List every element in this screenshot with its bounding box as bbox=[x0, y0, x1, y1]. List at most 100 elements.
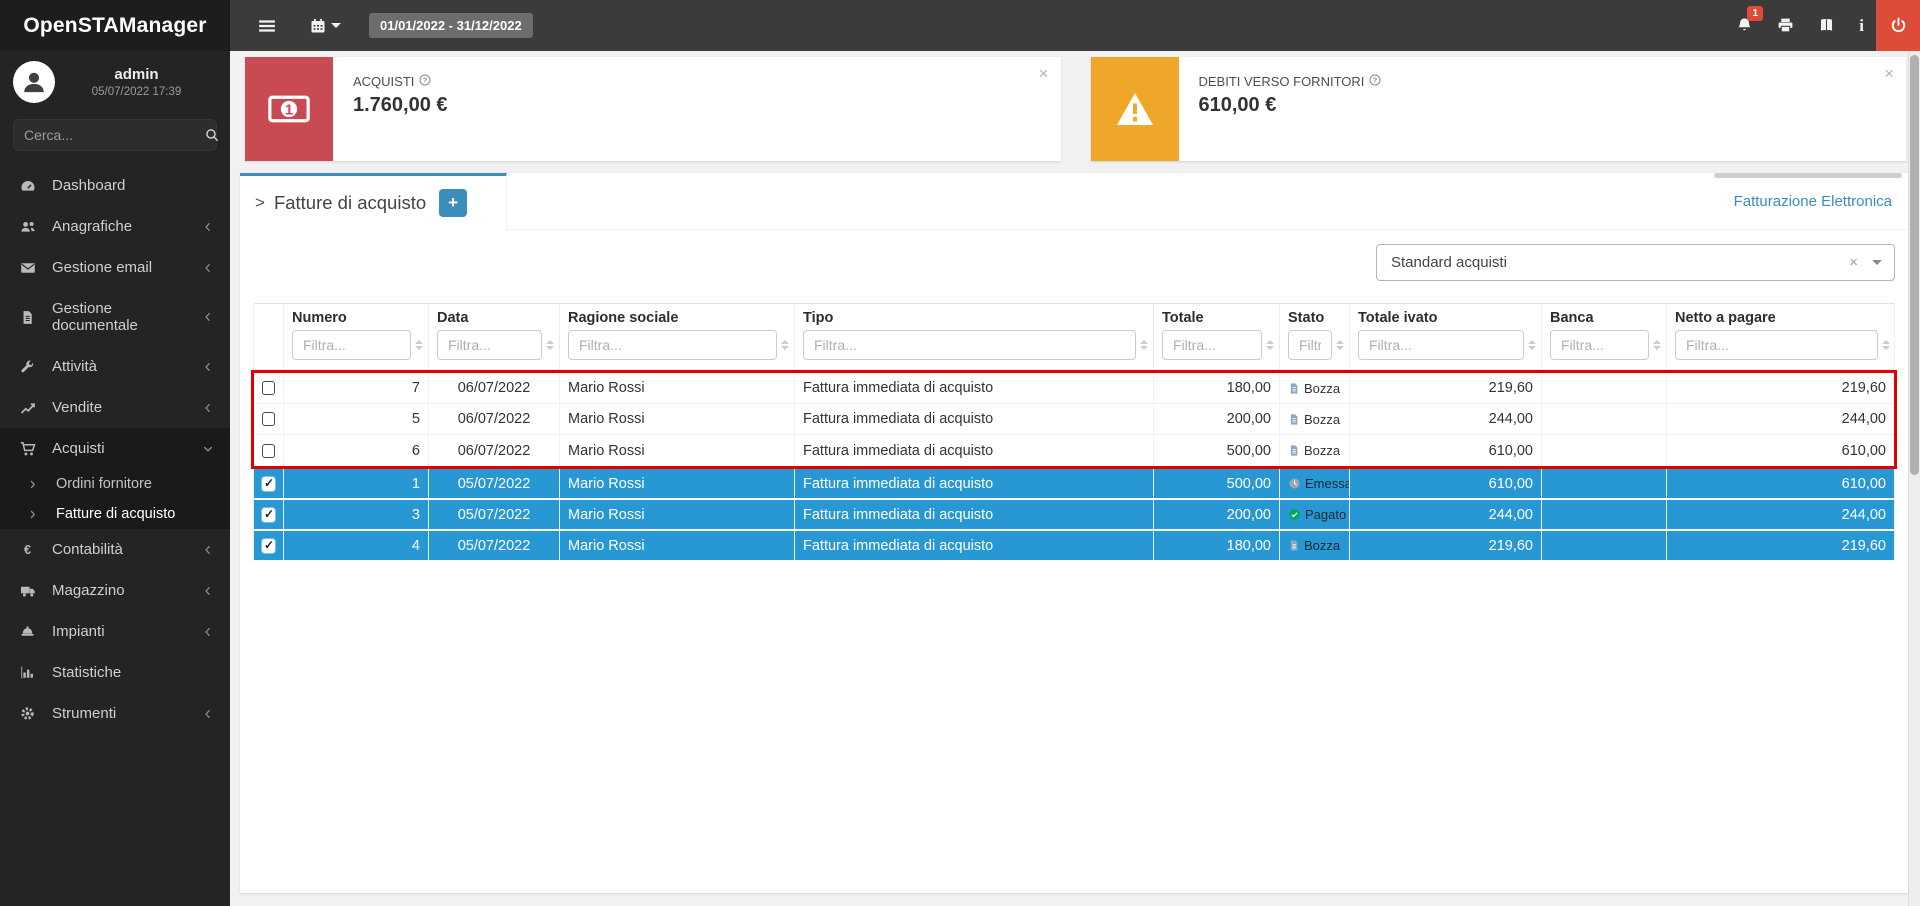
column-header-company[interactable]: Ragione sociale bbox=[560, 304, 795, 327]
fatturazione-elettronica-link[interactable]: Fatturazione Elettronica bbox=[1734, 193, 1908, 210]
status-badge: Pagato bbox=[1288, 507, 1346, 522]
cell-check bbox=[254, 500, 284, 529]
sort-arrows-icon[interactable] bbox=[415, 340, 424, 350]
cell-net: 610,00 bbox=[1667, 435, 1894, 466]
book-icon[interactable] bbox=[1806, 0, 1847, 51]
cell-date: 05/07/2022 bbox=[429, 531, 560, 560]
row-checkbox[interactable] bbox=[262, 412, 275, 426]
search-input[interactable] bbox=[24, 127, 205, 143]
sort-arrows-icon[interactable] bbox=[546, 340, 555, 350]
column-header-taxed[interactable]: Totale ivato bbox=[1350, 304, 1542, 327]
filter-input-total[interactable] bbox=[1162, 330, 1262, 360]
info-icon[interactable]: i bbox=[1847, 0, 1876, 51]
topbar: 01/01/2022 - 31/12/2022 1 i bbox=[230, 0, 1920, 51]
filter-cell-total bbox=[1154, 327, 1280, 370]
column-header-total[interactable]: Totale bbox=[1154, 304, 1280, 327]
sidebar-item-anagrafiche[interactable]: Anagrafiche bbox=[0, 206, 230, 247]
sort-arrows-icon[interactable] bbox=[781, 340, 790, 350]
column-header-net[interactable]: Netto a pagare bbox=[1667, 304, 1894, 327]
table-row[interactable]: 706/07/2022Mario RossiFattura immediata … bbox=[254, 373, 1894, 404]
cell-date: 06/07/2022 bbox=[429, 373, 560, 403]
column-header-status[interactable]: Stato bbox=[1280, 304, 1350, 327]
sort-arrows-icon[interactable] bbox=[1882, 340, 1891, 350]
printer-icon[interactable] bbox=[1765, 0, 1806, 51]
sidebar-item-ordini-fornitore[interactable]: Ordini fornitore bbox=[0, 469, 230, 499]
close-icon[interactable]: × bbox=[1039, 65, 1049, 82]
power-icon[interactable] bbox=[1876, 0, 1920, 51]
date-range-badge[interactable]: 01/01/2022 - 31/12/2022 bbox=[369, 13, 533, 38]
column-header-date[interactable]: Data bbox=[429, 304, 560, 327]
row-checkbox[interactable] bbox=[262, 381, 275, 395]
sidebar-item-attivit[interactable]: Attività bbox=[0, 346, 230, 387]
chevron-left-icon bbox=[202, 361, 214, 373]
euro-icon: € bbox=[20, 542, 44, 557]
sort-arrows-icon[interactable] bbox=[1140, 340, 1149, 350]
filter-input-type[interactable] bbox=[803, 330, 1136, 360]
table-row[interactable]: 105/07/2022Mario RossiFattura immediata … bbox=[254, 469, 1894, 500]
close-icon[interactable]: × bbox=[1884, 65, 1894, 82]
cell-net: 244,00 bbox=[1667, 500, 1894, 529]
search-icon[interactable] bbox=[205, 128, 219, 142]
bell-icon[interactable]: 1 bbox=[1724, 0, 1765, 51]
filter-input-net[interactable] bbox=[1675, 330, 1878, 360]
sidebar-item-strumenti[interactable]: Strumenti bbox=[0, 693, 230, 734]
row-checkbox[interactable] bbox=[262, 477, 275, 491]
cell-net: 244,00 bbox=[1667, 404, 1894, 434]
row-checkbox[interactable] bbox=[262, 444, 275, 458]
cell-number: 7 bbox=[284, 373, 429, 403]
column-header-bank[interactable]: Banca bbox=[1542, 304, 1667, 327]
cell-status: Bozza bbox=[1280, 435, 1350, 466]
column-header-type[interactable]: Tipo bbox=[795, 304, 1154, 327]
print-template-select[interactable]: Standard acquisti × bbox=[1376, 244, 1895, 281]
sidebar-item-vendite[interactable]: Vendite bbox=[0, 387, 230, 428]
sidebar-item-impianti[interactable]: Impianti bbox=[0, 611, 230, 652]
filter-input-taxed[interactable] bbox=[1358, 330, 1524, 360]
column-header-number[interactable]: Numero bbox=[284, 304, 429, 327]
sort-arrows-icon[interactable] bbox=[1266, 340, 1275, 350]
cell-status: Emessa bbox=[1280, 469, 1350, 498]
scrollbar-thumb[interactable] bbox=[1910, 55, 1919, 475]
sidebar-item-contabilit[interactable]: €Contabilità bbox=[0, 529, 230, 570]
row-checkbox[interactable] bbox=[262, 508, 275, 522]
cell-company: Mario Rossi bbox=[560, 469, 795, 498]
cell-total: 200,00 bbox=[1154, 404, 1280, 434]
cell-status: Bozza bbox=[1280, 404, 1350, 434]
sidebar-item-gestione-email[interactable]: Gestione email bbox=[0, 247, 230, 288]
envelope-icon bbox=[20, 260, 44, 276]
question-circle-icon: ? bbox=[419, 74, 431, 89]
filter-input-status[interactable] bbox=[1288, 330, 1332, 360]
chevron-left-icon bbox=[202, 221, 214, 233]
filter-input-company[interactable] bbox=[568, 330, 777, 360]
tab-strip-scrollbar[interactable] bbox=[1714, 173, 1902, 178]
row-checkbox[interactable] bbox=[262, 539, 275, 553]
user-login-datetime: 05/07/2022 17:39 bbox=[55, 86, 218, 98]
cell-number: 4 bbox=[284, 531, 429, 560]
table-row[interactable]: 405/07/2022Mario RossiFattura immediata … bbox=[254, 531, 1894, 562]
sidebar-item-acquisti[interactable]: Acquisti bbox=[0, 428, 230, 469]
brand-logo[interactable]: OpenSTAManager bbox=[0, 0, 230, 51]
table-row[interactable]: 506/07/2022Mario RossiFattura immediata … bbox=[254, 404, 1894, 435]
filter-input-bank[interactable] bbox=[1550, 330, 1649, 360]
filter-input-date[interactable] bbox=[437, 330, 542, 360]
tab-fatture-di-acquisto[interactable]: > Fatture di acquisto + bbox=[240, 173, 507, 230]
table-row[interactable]: 606/07/2022Mario RossiFattura immediata … bbox=[254, 435, 1894, 466]
cell-company: Mario Rossi bbox=[560, 404, 795, 434]
calendar-icon[interactable] bbox=[298, 0, 345, 51]
sort-arrows-icon[interactable] bbox=[1653, 340, 1662, 350]
sort-arrows-icon[interactable] bbox=[1528, 340, 1537, 350]
clear-selection-icon[interactable]: × bbox=[1835, 254, 1872, 271]
sidebar-item-statistiche[interactable]: Statistiche bbox=[0, 652, 230, 693]
sidebar-item-magazzino[interactable]: Magazzino bbox=[0, 570, 230, 611]
add-record-button[interactable]: + bbox=[439, 189, 467, 217]
filter-cell-type bbox=[795, 327, 1154, 370]
sort-arrows-icon[interactable] bbox=[1336, 340, 1345, 350]
table-row[interactable]: 305/07/2022Mario RossiFattura immediata … bbox=[254, 500, 1894, 531]
status-badge: Emessa bbox=[1288, 476, 1350, 491]
sidebar-item-gestione-documentale[interactable]: Gestione documentale bbox=[0, 288, 230, 346]
menu-icon[interactable] bbox=[246, 0, 288, 51]
sidebar-item-dashboard[interactable]: Dashboard bbox=[0, 165, 230, 206]
wrench-icon bbox=[20, 359, 44, 374]
sidebar-item-label: Statistiche bbox=[52, 664, 121, 681]
sidebar-item-fatture-di-acquisto[interactable]: Fatture di acquisto bbox=[0, 499, 230, 529]
filter-input-number[interactable] bbox=[292, 330, 411, 360]
